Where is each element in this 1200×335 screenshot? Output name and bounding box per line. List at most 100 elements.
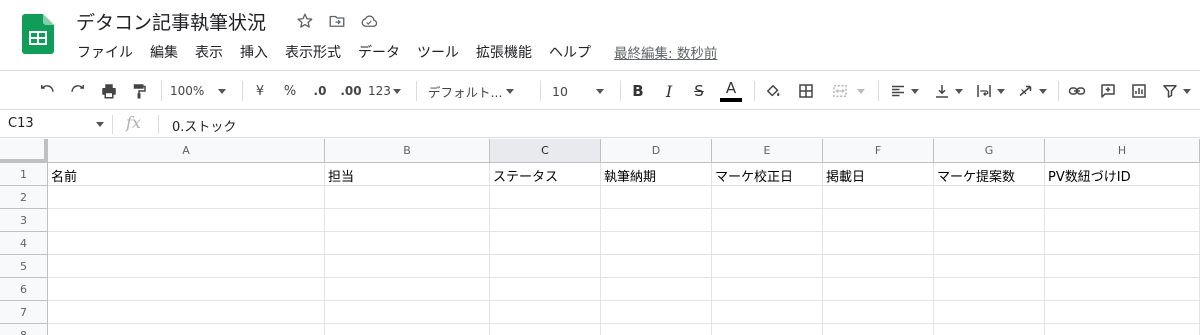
cell-h3[interactable] <box>1045 209 1200 232</box>
cell-a1[interactable]: 名前 <box>48 163 325 186</box>
cell-b8[interactable] <box>325 324 490 335</box>
star-icon[interactable] <box>294 10 316 32</box>
zoom-select[interactable]: 100% <box>170 79 234 103</box>
currency-format-button[interactable]: ¥ <box>252 79 268 103</box>
formula-input[interactable]: 0.ストック <box>172 116 236 135</box>
cell-f5[interactable] <box>823 255 934 278</box>
bold-button[interactable]: B <box>628 79 648 103</box>
move-to-folder-icon[interactable] <box>326 10 348 32</box>
row-header-2[interactable]: 2 <box>0 186 48 209</box>
row-header-7[interactable]: 7 <box>0 301 48 324</box>
font-size-select[interactable]: 10 <box>552 79 612 103</box>
cell-h1[interactable]: PV数紐づけID <box>1045 163 1200 186</box>
cell-f3[interactable] <box>823 209 934 232</box>
cell-a3[interactable] <box>48 209 325 232</box>
cell-e3[interactable] <box>712 209 823 232</box>
cell-a2[interactable] <box>48 186 325 209</box>
borders-icon[interactable] <box>795 79 817 103</box>
text-color-button[interactable]: A <box>718 79 744 103</box>
cell-g5[interactable] <box>934 255 1045 278</box>
cell-c7[interactable] <box>490 301 601 324</box>
cell-d5[interactable] <box>601 255 712 278</box>
cell-f4[interactable] <box>823 232 934 255</box>
cell-a6[interactable] <box>48 278 325 301</box>
paint-format-icon[interactable] <box>128 79 150 103</box>
column-header-h[interactable]: H <box>1045 139 1200 163</box>
document-title[interactable]: デタコン記事執筆状況 <box>76 8 266 35</box>
cell-e6[interactable] <box>712 278 823 301</box>
column-header-e[interactable]: E <box>712 139 823 163</box>
row-header-6[interactable]: 6 <box>0 278 48 301</box>
cell-g6[interactable] <box>934 278 1045 301</box>
cell-b3[interactable] <box>325 209 490 232</box>
cell-b2[interactable] <box>325 186 490 209</box>
cell-f6[interactable] <box>823 278 934 301</box>
column-header-a[interactable]: A <box>48 139 325 163</box>
cell-b4[interactable] <box>325 232 490 255</box>
cell-g8[interactable] <box>934 324 1045 335</box>
cell-b5[interactable] <box>325 255 490 278</box>
redo-icon[interactable] <box>67 79 89 103</box>
filter-button[interactable] <box>1158 79 1194 103</box>
insert-chart-icon[interactable] <box>1128 79 1150 103</box>
cell-f2[interactable] <box>823 186 934 209</box>
cell-c3[interactable] <box>490 209 601 232</box>
menu-tools[interactable]: ツール <box>417 42 459 62</box>
column-header-b[interactable]: B <box>325 139 490 163</box>
strikethrough-button[interactable]: S <box>689 79 709 103</box>
cell-b6[interactable] <box>325 278 490 301</box>
column-header-g[interactable]: G <box>934 139 1045 163</box>
merge-cells-button[interactable] <box>826 79 870 103</box>
menu-data[interactable]: データ <box>358 42 400 62</box>
vertical-align-button[interactable] <box>930 79 966 103</box>
fill-color-icon[interactable] <box>762 79 784 103</box>
cell-b7[interactable] <box>325 301 490 324</box>
cell-h6[interactable] <box>1045 278 1200 301</box>
cell-h2[interactable] <box>1045 186 1200 209</box>
cell-e8[interactable] <box>712 324 823 335</box>
cell-g1[interactable]: マーケ提案数 <box>934 163 1045 186</box>
cell-c1[interactable]: ステータス <box>490 163 601 186</box>
cell-e7[interactable] <box>712 301 823 324</box>
cell-e1[interactable]: マーケ校正日 <box>712 163 823 186</box>
sheets-logo[interactable] <box>22 14 54 54</box>
more-formats-button[interactable]: 123 <box>368 79 406 103</box>
print-icon[interactable] <box>98 79 120 103</box>
cell-g3[interactable] <box>934 209 1045 232</box>
cell-f8[interactable] <box>823 324 934 335</box>
cell-c5[interactable] <box>490 255 601 278</box>
cell-h7[interactable] <box>1045 301 1200 324</box>
row-header-8[interactable]: 8 <box>0 324 48 335</box>
cell-e2[interactable] <box>712 186 823 209</box>
cell-h4[interactable] <box>1045 232 1200 255</box>
cell-h5[interactable] <box>1045 255 1200 278</box>
menu-help[interactable]: ヘルプ <box>549 42 591 62</box>
cell-b1[interactable]: 担当 <box>325 163 490 186</box>
insert-link-icon[interactable] <box>1066 79 1088 103</box>
menu-file[interactable]: ファイル <box>77 42 133 62</box>
select-all-corner[interactable] <box>0 139 48 163</box>
row-header-5[interactable]: 5 <box>0 255 48 278</box>
decrease-decimal-button[interactable]: .0 <box>308 79 332 103</box>
cell-c6[interactable] <box>490 278 601 301</box>
cell-g2[interactable] <box>934 186 1045 209</box>
cell-c2[interactable] <box>490 186 601 209</box>
row-header-3[interactable]: 3 <box>0 209 48 232</box>
cell-e5[interactable] <box>712 255 823 278</box>
last-edit-link[interactable]: 最終編集: 数秒前 <box>614 42 717 62</box>
undo-icon[interactable] <box>36 79 58 103</box>
cell-d1[interactable]: 執筆納期 <box>601 163 712 186</box>
cell-a8[interactable] <box>48 324 325 335</box>
cell-d2[interactable] <box>601 186 712 209</box>
name-box[interactable]: C13 <box>0 111 112 137</box>
column-header-f[interactable]: F <box>823 139 934 163</box>
cell-g7[interactable] <box>934 301 1045 324</box>
cell-d4[interactable] <box>601 232 712 255</box>
column-header-c[interactable]: C <box>490 139 601 163</box>
menu-format[interactable]: 表示形式 <box>285 42 341 62</box>
menu-edit[interactable]: 編集 <box>150 42 178 62</box>
cell-d3[interactable] <box>601 209 712 232</box>
text-rotation-button[interactable] <box>1014 79 1050 103</box>
row-header-4[interactable]: 4 <box>0 232 48 255</box>
cell-d6[interactable] <box>601 278 712 301</box>
